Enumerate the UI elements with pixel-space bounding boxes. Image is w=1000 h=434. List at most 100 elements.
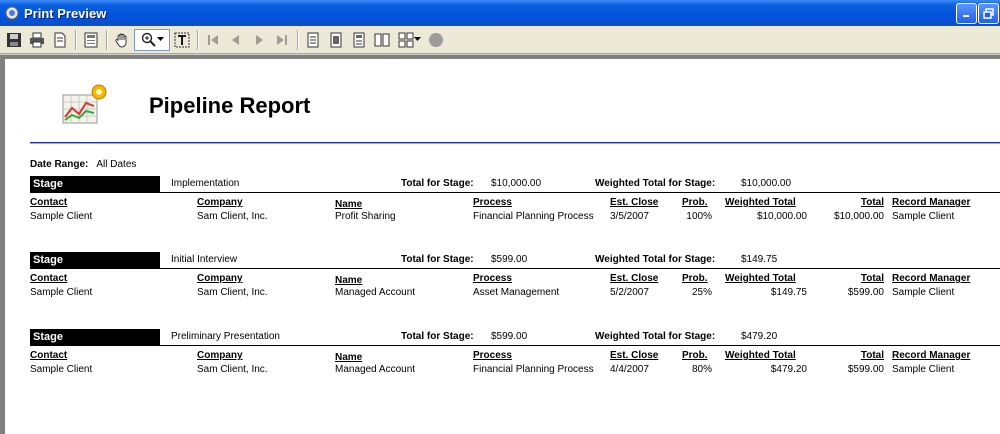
weighted-total-value: $149.75 xyxy=(741,254,778,265)
total-for-stage-label: Total for Stage: xyxy=(401,254,474,265)
toolbar-separator xyxy=(197,29,199,50)
multi-page-dropdown[interactable] xyxy=(394,29,424,51)
col-est-close: Est. Close xyxy=(610,273,659,284)
stage-divider xyxy=(160,345,1000,346)
toolbar-separator xyxy=(297,29,299,50)
col-contact: Contact xyxy=(30,273,68,284)
cell-weighted-total: $479.20 xyxy=(770,364,807,375)
col-process: Process xyxy=(473,197,512,208)
stage-name: Implementation xyxy=(171,178,240,189)
layout-icon xyxy=(84,32,98,47)
prev-page-icon xyxy=(232,34,239,45)
cell-weighted-total: $149.75 xyxy=(770,287,807,298)
cell-prob: 100% xyxy=(686,211,712,222)
cell-company: Sam Client, Inc. xyxy=(197,287,268,298)
stage-section: Stage Preliminary Presentation Total for… xyxy=(30,329,1000,375)
weighted-total-value: $10,000.00 xyxy=(741,178,792,189)
save-button[interactable] xyxy=(3,29,25,51)
title-divider xyxy=(30,142,1000,144)
prev-page-button[interactable] xyxy=(225,29,247,51)
app-icon xyxy=(5,6,19,20)
stage-section: Stage Initial Interview Total for Stage:… xyxy=(30,252,1000,298)
weighted-total-label: Weighted Total for Stage: xyxy=(595,331,716,342)
col-est-close: Est. Close xyxy=(610,197,659,208)
facing-page-icon xyxy=(353,32,365,47)
hand-icon xyxy=(115,33,127,47)
cell-process: Financial Planning Process xyxy=(473,364,594,375)
two-page-button[interactable] xyxy=(371,29,393,51)
title-bar: Print Preview xyxy=(0,0,1000,26)
cell-total: $599.00 xyxy=(847,364,884,375)
stage-divider xyxy=(160,192,1000,193)
two-page-icon xyxy=(374,33,390,46)
stage-label: Stage xyxy=(30,252,160,269)
col-prob: Prob. xyxy=(682,350,708,361)
col-name: Name xyxy=(335,199,363,210)
save-icon xyxy=(7,32,21,47)
stage-header: Stage Initial Interview Total for Stage:… xyxy=(30,252,1000,269)
last-page-icon xyxy=(277,34,287,45)
page-setup-button[interactable] xyxy=(49,29,71,51)
total-for-stage-value: $599.00 xyxy=(491,254,528,265)
col-total: Total xyxy=(860,350,884,361)
stage-header: Stage Implementation Total for Stage: $1… xyxy=(30,176,1000,193)
col-process: Process xyxy=(473,273,512,284)
weighted-total-label: Weighted Total for Stage: xyxy=(595,254,716,265)
first-page-button[interactable] xyxy=(202,29,224,51)
cell-est-close: 5/2/2007 xyxy=(610,287,649,298)
print-button[interactable] xyxy=(26,29,48,51)
total-for-stage-label: Total for Stage: xyxy=(401,331,474,342)
text-select-button[interactable] xyxy=(171,29,193,51)
date-range-value: All Dates xyxy=(96,159,137,170)
cell-process: Financial Planning Process xyxy=(473,211,594,222)
col-weighted-total: Weighted Total xyxy=(725,273,796,284)
cell-est-close: 4/4/2007 xyxy=(610,364,649,375)
page-width-icon xyxy=(330,32,342,47)
date-range-label: Date Range: xyxy=(30,159,89,170)
cell-contact: Sample Client xyxy=(30,364,93,375)
col-company: Company xyxy=(197,350,243,361)
stage-divider xyxy=(160,268,1000,269)
total-for-stage-value: $599.00 xyxy=(491,331,528,342)
col-process: Process xyxy=(473,350,512,361)
col-weighted-total: Weighted Total xyxy=(725,197,796,208)
layout-button[interactable] xyxy=(80,29,102,51)
facing-page-button[interactable] xyxy=(348,29,370,51)
col-prob: Prob. xyxy=(682,273,708,284)
report-title: Pipeline Report xyxy=(149,93,311,118)
toolbar xyxy=(0,26,1000,54)
report-page: Pipeline Report Date Range: All Dates Sta… xyxy=(5,59,1000,434)
stage-name: Preliminary Presentation xyxy=(171,331,280,342)
cell-prob: 25% xyxy=(691,287,712,298)
cell-name: Profit Sharing xyxy=(335,211,396,222)
cell-process: Asset Management xyxy=(473,287,560,298)
page-width-button[interactable] xyxy=(325,29,347,51)
col-total: Total xyxy=(860,197,884,208)
col-est-close: Est. Close xyxy=(610,350,659,361)
cell-name: Managed Account xyxy=(335,287,416,298)
close-preview-button[interactable] xyxy=(425,29,447,51)
last-page-button[interactable] xyxy=(271,29,293,51)
minimize-button[interactable] xyxy=(956,3,977,24)
col-record-manager: Record Manager xyxy=(892,197,971,208)
zoom-icon xyxy=(141,32,156,47)
stage-name: Initial Interview xyxy=(171,254,238,265)
toolbar-separator xyxy=(106,29,108,50)
weighted-total-value: $479.20 xyxy=(741,331,778,342)
one-page-button[interactable] xyxy=(302,29,324,51)
col-record-manager: Record Manager xyxy=(892,273,971,284)
cell-total: $10,000.00 xyxy=(833,211,884,222)
total-for-stage-value: $10,000.00 xyxy=(491,178,542,189)
col-company: Company xyxy=(197,273,243,284)
next-page-button[interactable] xyxy=(248,29,270,51)
text-select-icon xyxy=(174,32,190,47)
chevron-down-icon xyxy=(156,37,164,41)
col-contact: Contact xyxy=(30,197,68,208)
col-total: Total xyxy=(860,273,884,284)
hand-tool-button[interactable] xyxy=(111,29,133,51)
stage-label: Stage xyxy=(30,176,160,193)
zoom-dropdown[interactable] xyxy=(134,28,170,51)
cell-name: Managed Account xyxy=(335,364,416,375)
restore-icon xyxy=(983,8,994,19)
restore-button[interactable] xyxy=(978,3,999,24)
